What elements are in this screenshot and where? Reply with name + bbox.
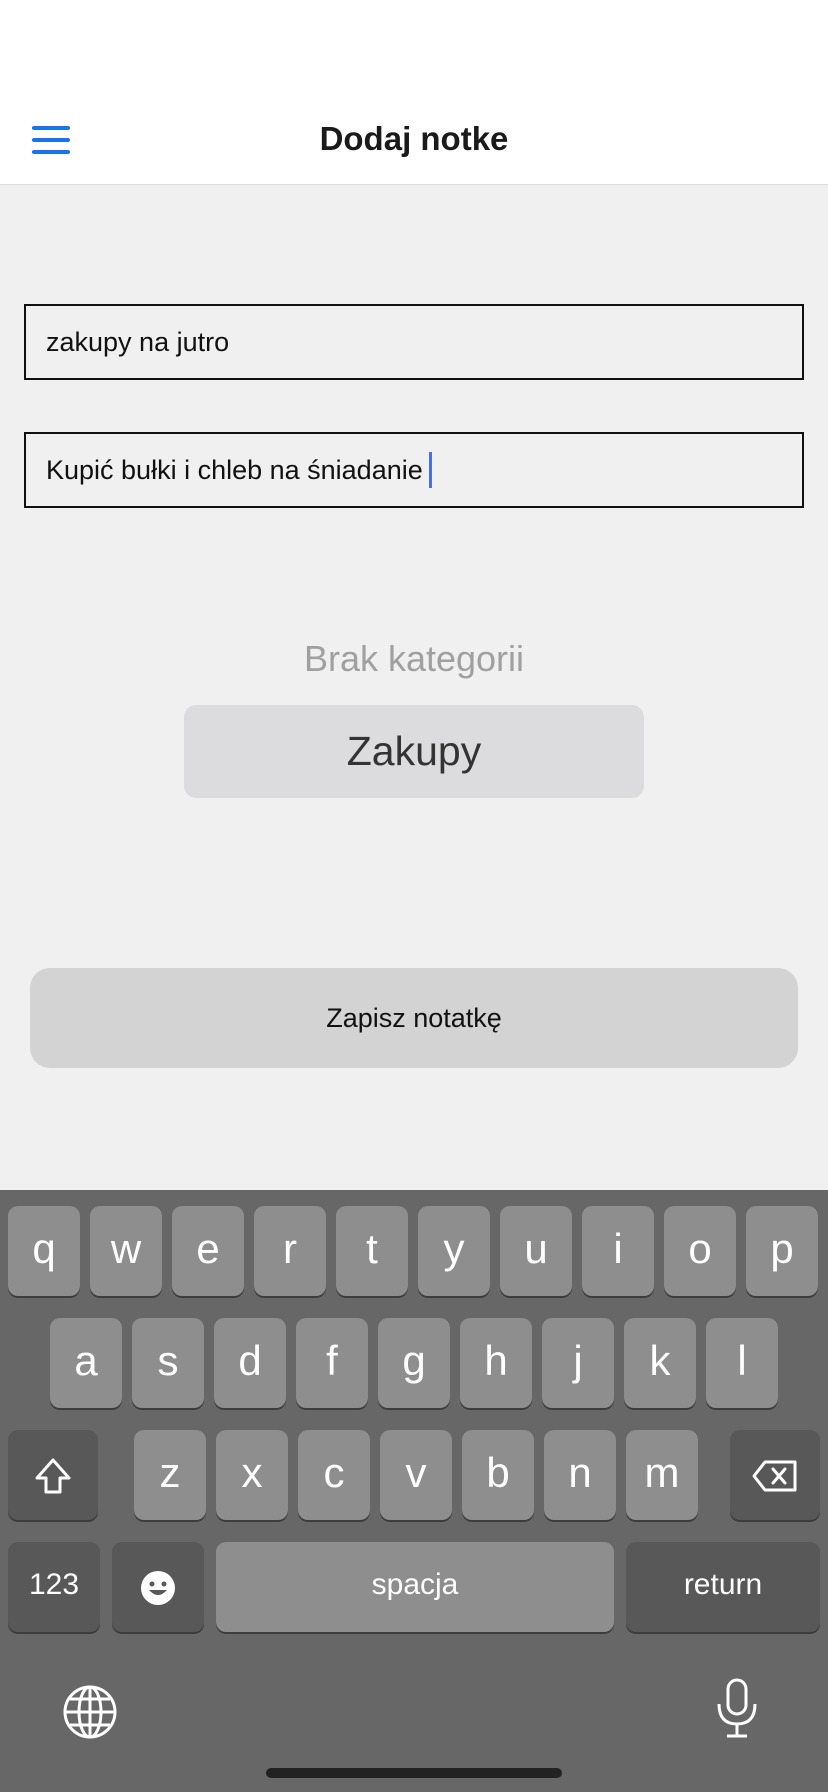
category-option-selected[interactable]: Zakupy	[184, 705, 644, 798]
key-p[interactable]: p	[746, 1206, 818, 1296]
key-y[interactable]: y	[418, 1206, 490, 1296]
key-w[interactable]: w	[90, 1206, 162, 1296]
backspace-icon	[752, 1460, 797, 1492]
key-o[interactable]: o	[664, 1206, 736, 1296]
page-title: Dodaj notke	[319, 120, 509, 157]
backspace-key[interactable]	[730, 1430, 820, 1520]
key-j[interactable]: j	[542, 1318, 614, 1408]
globe-icon[interactable]	[62, 1684, 118, 1745]
emoji-key[interactable]	[112, 1542, 204, 1632]
save-note-button[interactable]: Zapisz notatkę	[30, 968, 798, 1068]
key-n[interactable]: n	[544, 1430, 616, 1520]
return-key[interactable]: return	[626, 1542, 820, 1632]
key-b[interactable]: b	[462, 1430, 534, 1520]
key-f[interactable]: f	[296, 1318, 368, 1408]
key-h[interactable]: h	[460, 1318, 532, 1408]
key-i[interactable]: i	[582, 1206, 654, 1296]
key-d[interactable]: d	[214, 1318, 286, 1408]
home-indicator	[266, 1768, 562, 1778]
status-bar-area	[0, 0, 828, 96]
note-body-input[interactable]: Kupić bułki i chleb na śniadanie	[24, 432, 804, 508]
key-k[interactable]: k	[624, 1318, 696, 1408]
microphone-icon[interactable]	[714, 1678, 760, 1745]
key-t[interactable]: t	[336, 1206, 408, 1296]
category-option-none[interactable]: Brak kategorii	[0, 638, 828, 680]
note-title-value: zakupy na jutro	[46, 326, 230, 357]
key-r[interactable]: r	[254, 1206, 326, 1296]
keyboard: qwertyuiop asdfghjkl zxcvbnm 123 spacja re…	[0, 1190, 828, 1792]
key-m[interactable]: m	[626, 1430, 698, 1520]
key-e[interactable]: e	[172, 1206, 244, 1296]
space-key[interactable]: spacja	[216, 1542, 614, 1632]
key-x[interactable]: x	[216, 1430, 288, 1520]
key-g[interactable]: g	[378, 1318, 450, 1408]
key-l[interactable]: l	[706, 1318, 778, 1408]
key-c[interactable]: c	[298, 1430, 370, 1520]
shift-icon	[35, 1458, 71, 1494]
shift-key[interactable]	[8, 1430, 98, 1520]
numbers-key[interactable]: 123	[8, 1542, 100, 1632]
key-s[interactable]: s	[132, 1318, 204, 1408]
key-a[interactable]: a	[50, 1318, 122, 1408]
top-bar: Dodaj notke	[0, 96, 828, 185]
key-u[interactable]: u	[500, 1206, 572, 1296]
note-title-input[interactable]: zakupy na jutro	[24, 304, 804, 380]
emoji-icon	[141, 1570, 175, 1605]
text-caret	[428, 452, 432, 488]
note-body-value: Kupić bułki i chleb na śniadanie	[46, 454, 423, 485]
key-z[interactable]: z	[134, 1430, 206, 1520]
key-v[interactable]: v	[380, 1430, 452, 1520]
key-q[interactable]: q	[8, 1206, 80, 1296]
